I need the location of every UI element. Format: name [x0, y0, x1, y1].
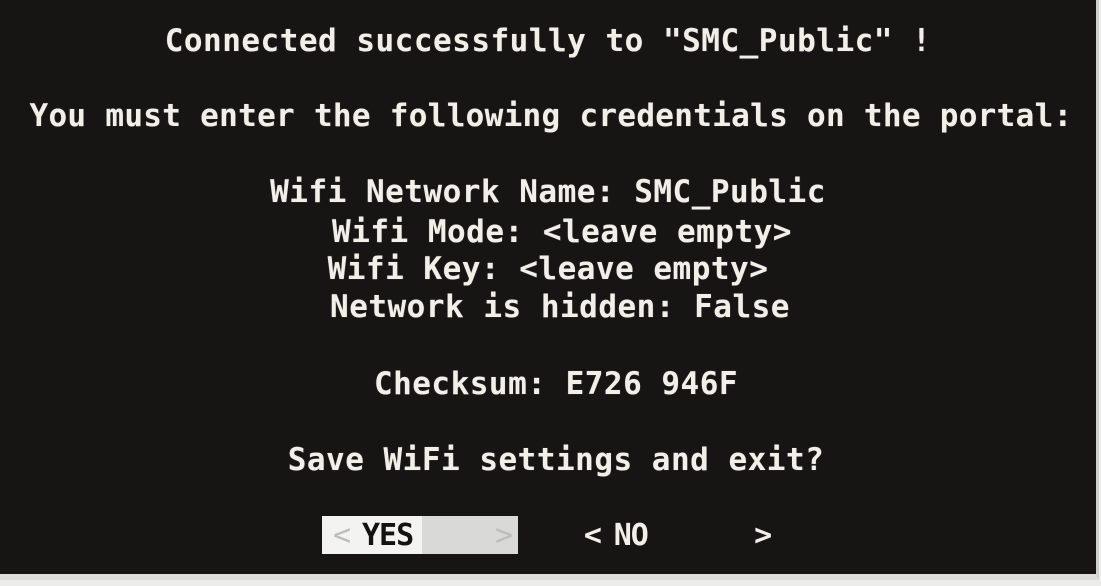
- right-bracket-icon: >: [754, 517, 773, 553]
- yes-button[interactable]: < YES >: [322, 516, 518, 554]
- left-bracket-icon: <: [583, 517, 602, 553]
- yes-button-label: YES: [362, 517, 414, 553]
- left-bracket-icon: <: [332, 517, 352, 553]
- checksum-text: Checksum: E726 946F: [373, 366, 739, 402]
- status-title: Connected successfully to "SMC_Public" !: [164, 23, 932, 59]
- credential-network-name: Wifi Network Name: SMC_Public: [270, 174, 826, 210]
- credential-wifi-key: Wifi Key: <leave empty>: [327, 251, 769, 287]
- terminal-screen: Connected successfully to "SMC_Public" !…: [0, 0, 1099, 580]
- save-question: Save WiFi settings and exit?: [287, 442, 825, 478]
- instruction-text: You must enter the following credentials…: [29, 98, 1073, 134]
- dialog-buttons: < YES > < NO >: [0, 514, 1096, 560]
- selection-highlight: [422, 516, 490, 554]
- right-bracket-icon: >: [490, 516, 518, 554]
- credential-hidden-network: Network is hidden: False: [330, 289, 790, 325]
- credential-wifi-mode: Wifi Mode: <leave empty>: [332, 214, 792, 250]
- no-button[interactable]: < NO >: [578, 516, 778, 554]
- no-button-label: NO: [613, 517, 649, 553]
